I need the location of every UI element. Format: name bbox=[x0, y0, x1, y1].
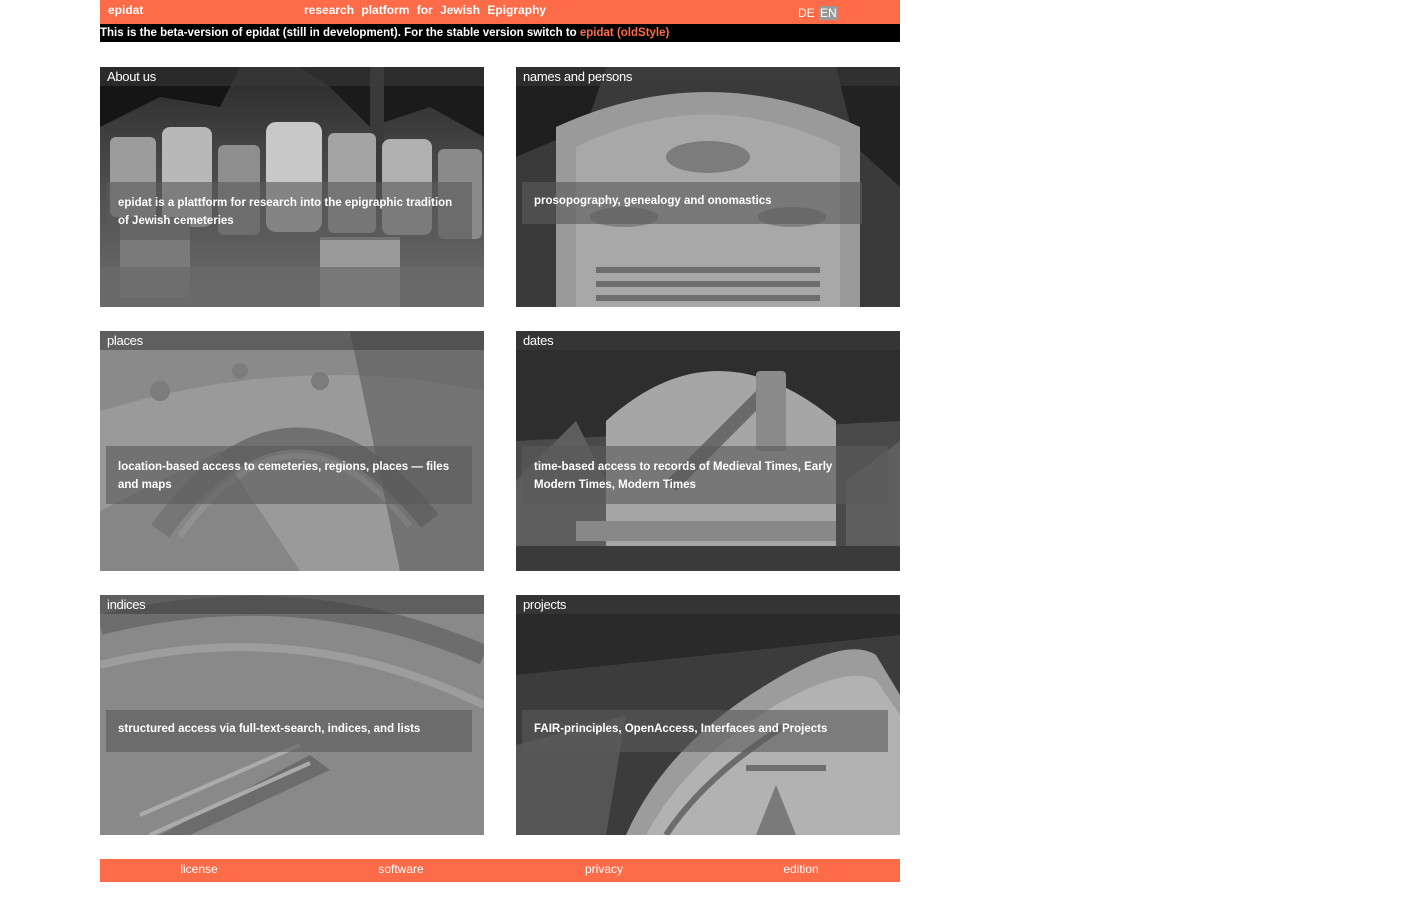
tile-description: time-based access to records of Medieval… bbox=[522, 446, 888, 504]
tile-title-strip bbox=[100, 595, 484, 614]
tile-description: location-based access to cemeteries, reg… bbox=[106, 446, 472, 504]
tile-title-strip bbox=[100, 67, 484, 86]
lang-en[interactable]: EN bbox=[819, 6, 838, 20]
tile-description: FAIR-principles, OpenAccess, Interfaces … bbox=[522, 710, 888, 752]
footer-link-privacy[interactable]: privacy bbox=[585, 862, 623, 876]
tile-title: projects bbox=[523, 597, 567, 612]
footer-link-license[interactable]: license bbox=[180, 862, 217, 876]
tile-dates[interactable]: dates time-based access to records of Me… bbox=[516, 331, 900, 571]
tile-title: indices bbox=[107, 597, 146, 612]
tile-places[interactable]: places location-based access to cemeteri… bbox=[100, 331, 484, 571]
lang-de[interactable]: DE bbox=[797, 6, 816, 20]
tagline: research platform for Jewish Epigraphy bbox=[304, 3, 547, 17]
footer-bar: license software privacy edition bbox=[100, 859, 900, 882]
tile-projects[interactable]: projects FAIR-principles, OpenAccess, In… bbox=[516, 595, 900, 835]
beta-notice-text: This is the beta-version of epidat (stil… bbox=[100, 27, 580, 39]
tile-title-strip bbox=[100, 331, 484, 350]
tile-names-and-persons[interactable]: names and persons prosopography, genealo… bbox=[516, 67, 900, 307]
language-switcher: DE EN bbox=[797, 6, 838, 20]
tile-title-strip bbox=[516, 331, 900, 350]
beta-notice: This is the beta-version of epidat (stil… bbox=[100, 24, 900, 42]
brand-link[interactable]: epidat bbox=[108, 3, 143, 17]
tile-indices[interactable]: indices structured access via full-text-… bbox=[100, 595, 484, 835]
tile-about-us[interactable]: About us epidat is a plattform for resea… bbox=[100, 67, 484, 307]
oldstyle-link[interactable]: epidat (oldStyle) bbox=[580, 27, 669, 39]
tile-title: names and persons bbox=[523, 69, 633, 84]
tile-description: prosopography, genealogy and onomastics bbox=[522, 182, 862, 224]
tile-title: dates bbox=[523, 333, 554, 348]
tile-description: structured access via full-text-search, … bbox=[106, 710, 472, 752]
footer-link-edition[interactable]: edition bbox=[783, 862, 818, 876]
tile-description: epidat is a plattform for research into … bbox=[106, 182, 472, 240]
tile-title-strip bbox=[516, 595, 900, 614]
tile-title: About us bbox=[107, 69, 156, 84]
top-bar: epidat research platform for Jewish Epig… bbox=[100, 0, 900, 24]
footer-link-software[interactable]: software bbox=[378, 862, 423, 876]
tile-title: places bbox=[107, 333, 143, 348]
